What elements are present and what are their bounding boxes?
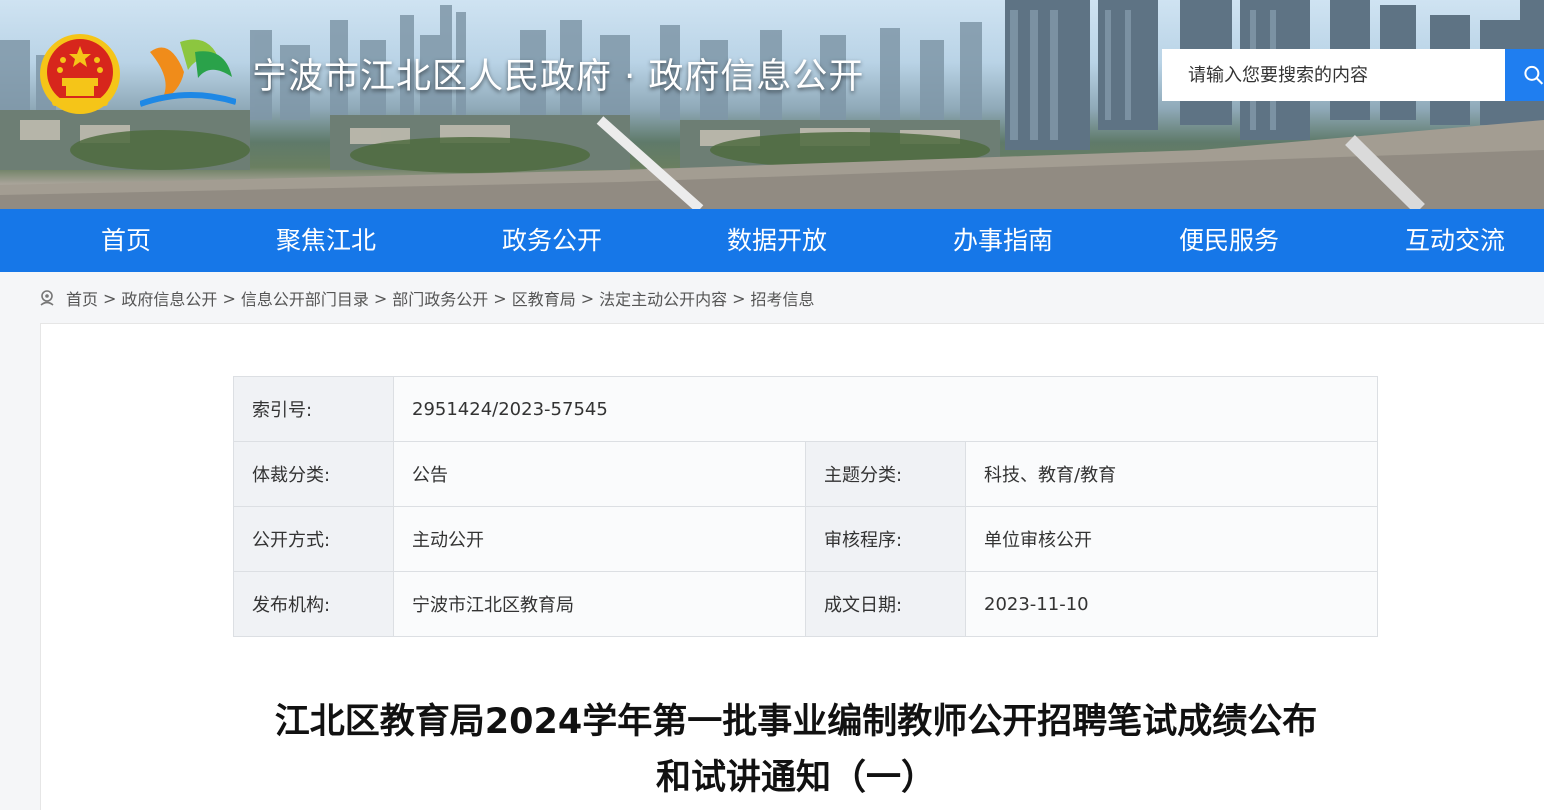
table-row: 索引号: 2951424/2023-57545: [233, 376, 1378, 442]
breadcrumb-home[interactable]: 首页: [66, 286, 98, 310]
search-button[interactable]: [1505, 49, 1544, 101]
index-label: 索引号:: [233, 376, 394, 442]
info-metadata-table: 索引号: 2951424/2023-57545 体裁分类: 公告 主题分类: 科…: [233, 376, 1378, 637]
review-label: 审核程序:: [805, 506, 966, 572]
genre-label: 体裁分类:: [233, 441, 394, 507]
breadcrumb-statutory-content[interactable]: 法定主动公开内容: [599, 286, 727, 310]
topic-value: 科技、教育/教育: [965, 441, 1378, 507]
content-panel: 索引号: 2951424/2023-57545 体裁分类: 公告 主题分类: 科…: [40, 323, 1544, 810]
national-emblem-icon: [40, 34, 120, 114]
nav-item-open-data[interactable]: 数据开放: [727, 209, 827, 272]
breadcrumb-separator: >: [103, 288, 117, 308]
article-title: 江北区教育局2024学年第一批事业编制教师公开招聘笔试成绩公布 和试讲通知（一）: [201, 694, 1391, 806]
breadcrumb: 首页 > 政府信息公开 > 信息公开部门目录 > 部门政务公开 > 区教育局 >…: [38, 285, 815, 311]
nav-item-government-affairs[interactable]: 政务公开: [502, 209, 602, 272]
search-icon: [1524, 65, 1544, 85]
article-title-line-1: 江北区教育局2024学年第一批事业编制教师公开招聘笔试成绩公布: [274, 702, 1318, 742]
index-value: 2951424/2023-57545: [393, 376, 1378, 442]
search-input[interactable]: [1162, 49, 1505, 101]
publisher-label: 发布机构:: [233, 571, 394, 637]
breadcrumb-recruitment-info[interactable]: 招考信息: [751, 286, 815, 310]
nav-item-service-guide[interactable]: 办事指南: [953, 209, 1053, 272]
breadcrumb-separator: >: [493, 288, 507, 308]
breadcrumb-separator: >: [373, 288, 388, 308]
table-row: 体裁分类: 公告 主题分类: 科技、教育/教育: [233, 441, 1378, 507]
breadcrumb-separator: >: [580, 288, 595, 308]
nav-item-focus-jiangbei[interactable]: 聚焦江北: [276, 209, 376, 272]
nav-item-public-services[interactable]: 便民服务: [1179, 209, 1279, 272]
breadcrumb-dept-directory[interactable]: 信息公开部门目录: [241, 286, 369, 310]
article-title-line-2: 和试讲通知（一）: [655, 758, 936, 798]
jiangbei-logo-icon: [140, 39, 236, 107]
nav-item-home[interactable]: 首页: [101, 209, 151, 272]
nav-item-interaction[interactable]: 互动交流: [1405, 209, 1505, 272]
method-value: 主动公开: [393, 506, 806, 572]
breadcrumb-separator: >: [732, 288, 746, 308]
date-label: 成文日期:: [805, 571, 966, 637]
table-row: 发布机构: 宁波市江北区教育局 成文日期: 2023-11-10: [233, 571, 1378, 637]
breadcrumb-education-bureau[interactable]: 区教育局: [512, 286, 576, 310]
header-banner: 宁波市江北区人民政府 · 政府信息公开: [0, 0, 1544, 209]
topic-label: 主题分类:: [805, 441, 966, 507]
location-pin-icon: [40, 290, 54, 306]
date-value: 2023-11-10: [965, 571, 1378, 637]
table-row: 公开方式: 主动公开 审核程序: 单位审核公开: [233, 506, 1378, 572]
method-label: 公开方式:: [233, 506, 394, 572]
site-title: 宁波市江北区人民政府 · 政府信息公开: [252, 57, 865, 97]
publisher-value: 宁波市江北区教育局: [393, 571, 806, 637]
breadcrumb-separator: >: [222, 288, 236, 308]
review-value: 单位审核公开: [965, 506, 1378, 572]
genre-value: 公告: [393, 441, 806, 507]
breadcrumb-dept-affairs[interactable]: 部门政务公开: [392, 286, 488, 310]
main-nav: 首页 聚焦江北 政务公开 数据开放 办事指南 便民服务 互动交流: [0, 209, 1544, 272]
breadcrumb-gov-info[interactable]: 政府信息公开: [121, 286, 217, 310]
